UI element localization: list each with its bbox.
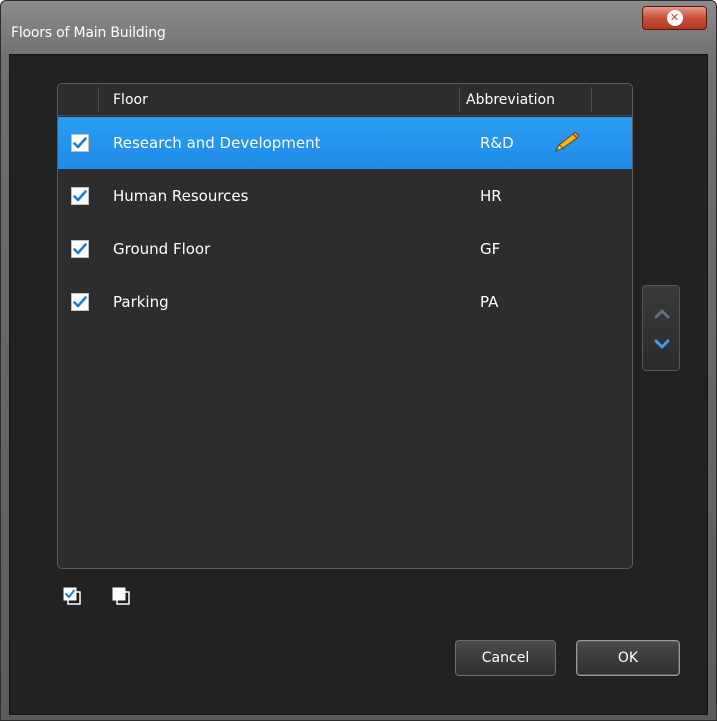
row-abbreviation: GF <box>480 240 501 258</box>
list-row[interactable]: Ground Floor GF <box>58 223 632 275</box>
column-header-floor[interactable]: Floor <box>113 92 148 108</box>
close-icon: ✕ <box>666 10 683 26</box>
list-header: Floor Abbreviation <box>58 84 632 116</box>
pencil-icon[interactable] <box>553 132 581 154</box>
close-button[interactable]: ✕ <box>642 6 707 30</box>
list-row[interactable]: Research and Development R&D <box>58 117 632 169</box>
check-all-icon[interactable] <box>63 587 81 605</box>
header-separator <box>98 87 99 112</box>
header-separator <box>459 87 460 112</box>
cancel-button[interactable]: Cancel <box>455 640 556 676</box>
checkmark-icon <box>73 137 87 149</box>
row-checkbox[interactable] <box>71 240 89 258</box>
row-abbreviation: R&D <box>480 134 514 152</box>
chevron-up-icon <box>654 309 670 319</box>
header-separator <box>591 87 592 112</box>
move-up-button[interactable] <box>652 304 672 324</box>
move-down-button[interactable] <box>652 334 672 354</box>
row-floor-name: Ground Floor <box>113 240 211 258</box>
checkmark-icon <box>73 190 87 202</box>
row-floor-name: Human Resources <box>113 187 249 205</box>
row-checkbox[interactable] <box>71 134 89 152</box>
row-floor-name: Research and Development <box>113 134 321 152</box>
checkmark-icon <box>73 243 87 255</box>
floors-list: Floor Abbreviation Research and Developm… <box>57 83 633 569</box>
list-row[interactable]: Parking PA <box>58 276 632 328</box>
column-header-abbreviation[interactable]: Abbreviation <box>466 92 555 108</box>
dialog-window: Floors of Main Building ✕ Floor Abbrevia… <box>0 0 717 721</box>
row-abbreviation: PA <box>480 293 499 311</box>
row-checkbox[interactable] <box>71 293 89 311</box>
row-abbreviation: HR <box>480 187 502 205</box>
dialog-body: Floor Abbreviation Research and Developm… <box>9 54 708 715</box>
window-title: Floors of Main Building <box>11 25 166 41</box>
list-row[interactable]: Human Resources HR <box>58 170 632 222</box>
reorder-control <box>642 285 680 371</box>
ok-button[interactable]: OK <box>576 640 680 676</box>
row-checkbox[interactable] <box>71 187 89 205</box>
row-floor-name: Parking <box>113 293 169 311</box>
chevron-down-icon <box>654 339 670 349</box>
uncheck-all-icon[interactable] <box>112 587 130 605</box>
checkmark-icon <box>73 296 87 308</box>
